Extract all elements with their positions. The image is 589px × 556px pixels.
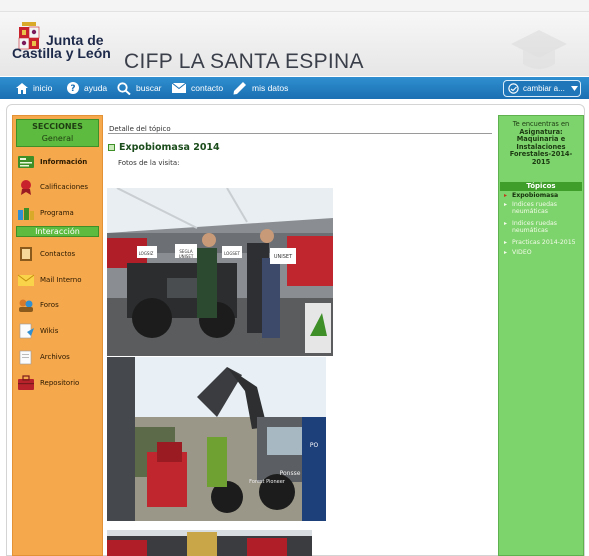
breadcrumb: Detalle del tópico [109,125,171,133]
breadcrumb-divider [108,133,492,134]
sidebar-item-program[interactable]: Programa [17,205,74,221]
sidebar-item-label: Contactos [40,250,76,258]
topic-item-tire-index-1[interactable]: Indices ruedas neumáticas [504,201,582,215]
sidebar-item-label: Calificaciones [40,183,89,191]
photo-sign-5: UNISET [274,254,293,260]
pencil-icon [233,82,246,95]
photo-2-sign-1: Ponsse [280,470,301,477]
chevron-down-icon [570,86,578,91]
topic-item-tire-index-2[interactable]: Indices ruedas neumáticas [504,220,582,234]
program-icon [18,208,34,220]
medal-icon [21,180,31,195]
sections-title: SECCIONES [32,122,83,131]
nav-search-label: buscar [136,83,162,93]
change-to-label: cambiar a... [523,84,565,93]
svg-text:?: ? [70,84,75,94]
sidebar-item-label: Información [40,158,88,166]
main-nav-bar: inicio ? ayuda buscar contacto mis datos… [0,77,589,99]
photo-2-sign-2: Forest Pioneer [249,479,286,485]
briefcase-icon [18,375,34,390]
mail-icon [17,274,35,286]
home-icon [16,82,28,94]
topic-item-practices[interactable]: Practicas 2014-2015 [504,239,582,247]
sidebar-item-contacts[interactable]: Contactos [17,246,75,262]
photo-1-image: LOGSIZ SEGLA UNISET LOGSET UNISET [107,188,333,356]
sections-sidebar: SECCIONES General Información Calificaci… [12,115,103,556]
forum-icon [19,299,33,312]
photo-expo-visit-2[interactable]: Ponsse Forest Pioneer PO [107,357,326,521]
mail-icon [172,83,186,93]
search-icon [117,81,131,95]
sidebar-item-internal-mail[interactable]: Mail Interno [17,272,81,288]
photo-sign-3: UNISET [179,254,194,259]
nav-help-label: ayuda [84,83,108,93]
context-info: Te encuentras en Asignatura: Maquinaria … [502,120,580,167]
nav-home[interactable]: inicio [16,77,52,99]
photo-3-image [107,530,312,556]
sidebar-item-repository[interactable]: Repositorio [17,375,79,391]
topic-title: Expobiomasa 2014 [108,142,220,153]
info-icon [18,156,34,168]
topic-item-expobiomasa[interactable]: Expobiomasa [504,192,582,200]
change-to-dropdown[interactable]: cambiar a... [503,80,581,97]
general-title: General [41,134,74,143]
nav-my-data-label: mis datos [252,83,289,93]
topic-bullet-icon [108,144,115,151]
help-icon: ? [67,82,79,94]
context-panel: Te encuentras en Asignatura: Maquinaria … [498,115,584,556]
sidebar-item-label: Archivos [40,353,70,361]
wiki-icon [19,323,34,339]
logo-line-2: Castilla y León [12,45,111,61]
sidebar-item-wikis[interactable]: Wikis [17,323,58,339]
browser-top-strip [0,0,589,12]
topic-item-video[interactable]: VIDEO [504,249,582,257]
sidebar-item-forums[interactable]: Foros [17,297,59,313]
photo-sign-4: LOGSET [224,251,240,256]
subject-name[interactable]: Maquinaria e Instalaciones Forestales-20… [502,135,580,166]
sidebar-item-label: Foros [40,301,59,309]
nav-contact-label: contacto [191,83,224,93]
page: Junta de Castilla y León CIFP LA SANTA E… [0,0,589,556]
nav-help[interactable]: ? ayuda [67,77,107,99]
topic-title-text: Expobiomasa 2014 [119,142,220,153]
sidebar-item-label: Repositorio [40,379,80,387]
nav-my-data[interactable]: mis datos [233,77,288,99]
folder-icon [19,350,32,365]
sidebar-item-label: Programa [40,209,74,217]
topics-header: Tópicos [500,182,582,191]
nav-contact[interactable]: contacto [172,77,223,99]
junta-logo-text[interactable]: Junta de Castilla y León [12,33,111,61]
sidebar-item-information[interactable]: Información [17,154,87,170]
sidebar-item-label: Mail Interno [40,276,82,284]
sidebar-item-files[interactable]: Archivos [17,349,70,365]
sections-header: SECCIONES General [16,119,99,147]
site-title: CIFP LA SANTA ESPINA [124,50,364,73]
site-header: Junta de Castilla y León CIFP LA SANTA E… [0,12,589,76]
topic-subtitle: Fotos de la visita: [118,159,180,167]
photo-expo-visit-3[interactable] [107,530,312,556]
photo-sign-1: LOGSIZ [139,251,154,256]
nav-search[interactable]: buscar [117,77,162,99]
switch-icon [508,83,519,94]
graduation-cap-icon [511,30,567,69]
interaction-header: Interacción [16,226,99,237]
sidebar-item-label: Wikis [40,327,59,335]
photo-2-sign-3: PO [310,442,319,449]
you-are-in-label: Te encuentras en [512,120,570,128]
contacts-icon [20,247,32,261]
photo-2-image: Ponsse Forest Pioneer PO [107,357,326,521]
nav-home-label: inicio [33,83,53,93]
photo-expo-visit-1[interactable]: LOGSIZ SEGLA UNISET LOGSET UNISET [107,188,333,356]
sidebar-item-grades[interactable]: Calificaciones [17,179,88,195]
